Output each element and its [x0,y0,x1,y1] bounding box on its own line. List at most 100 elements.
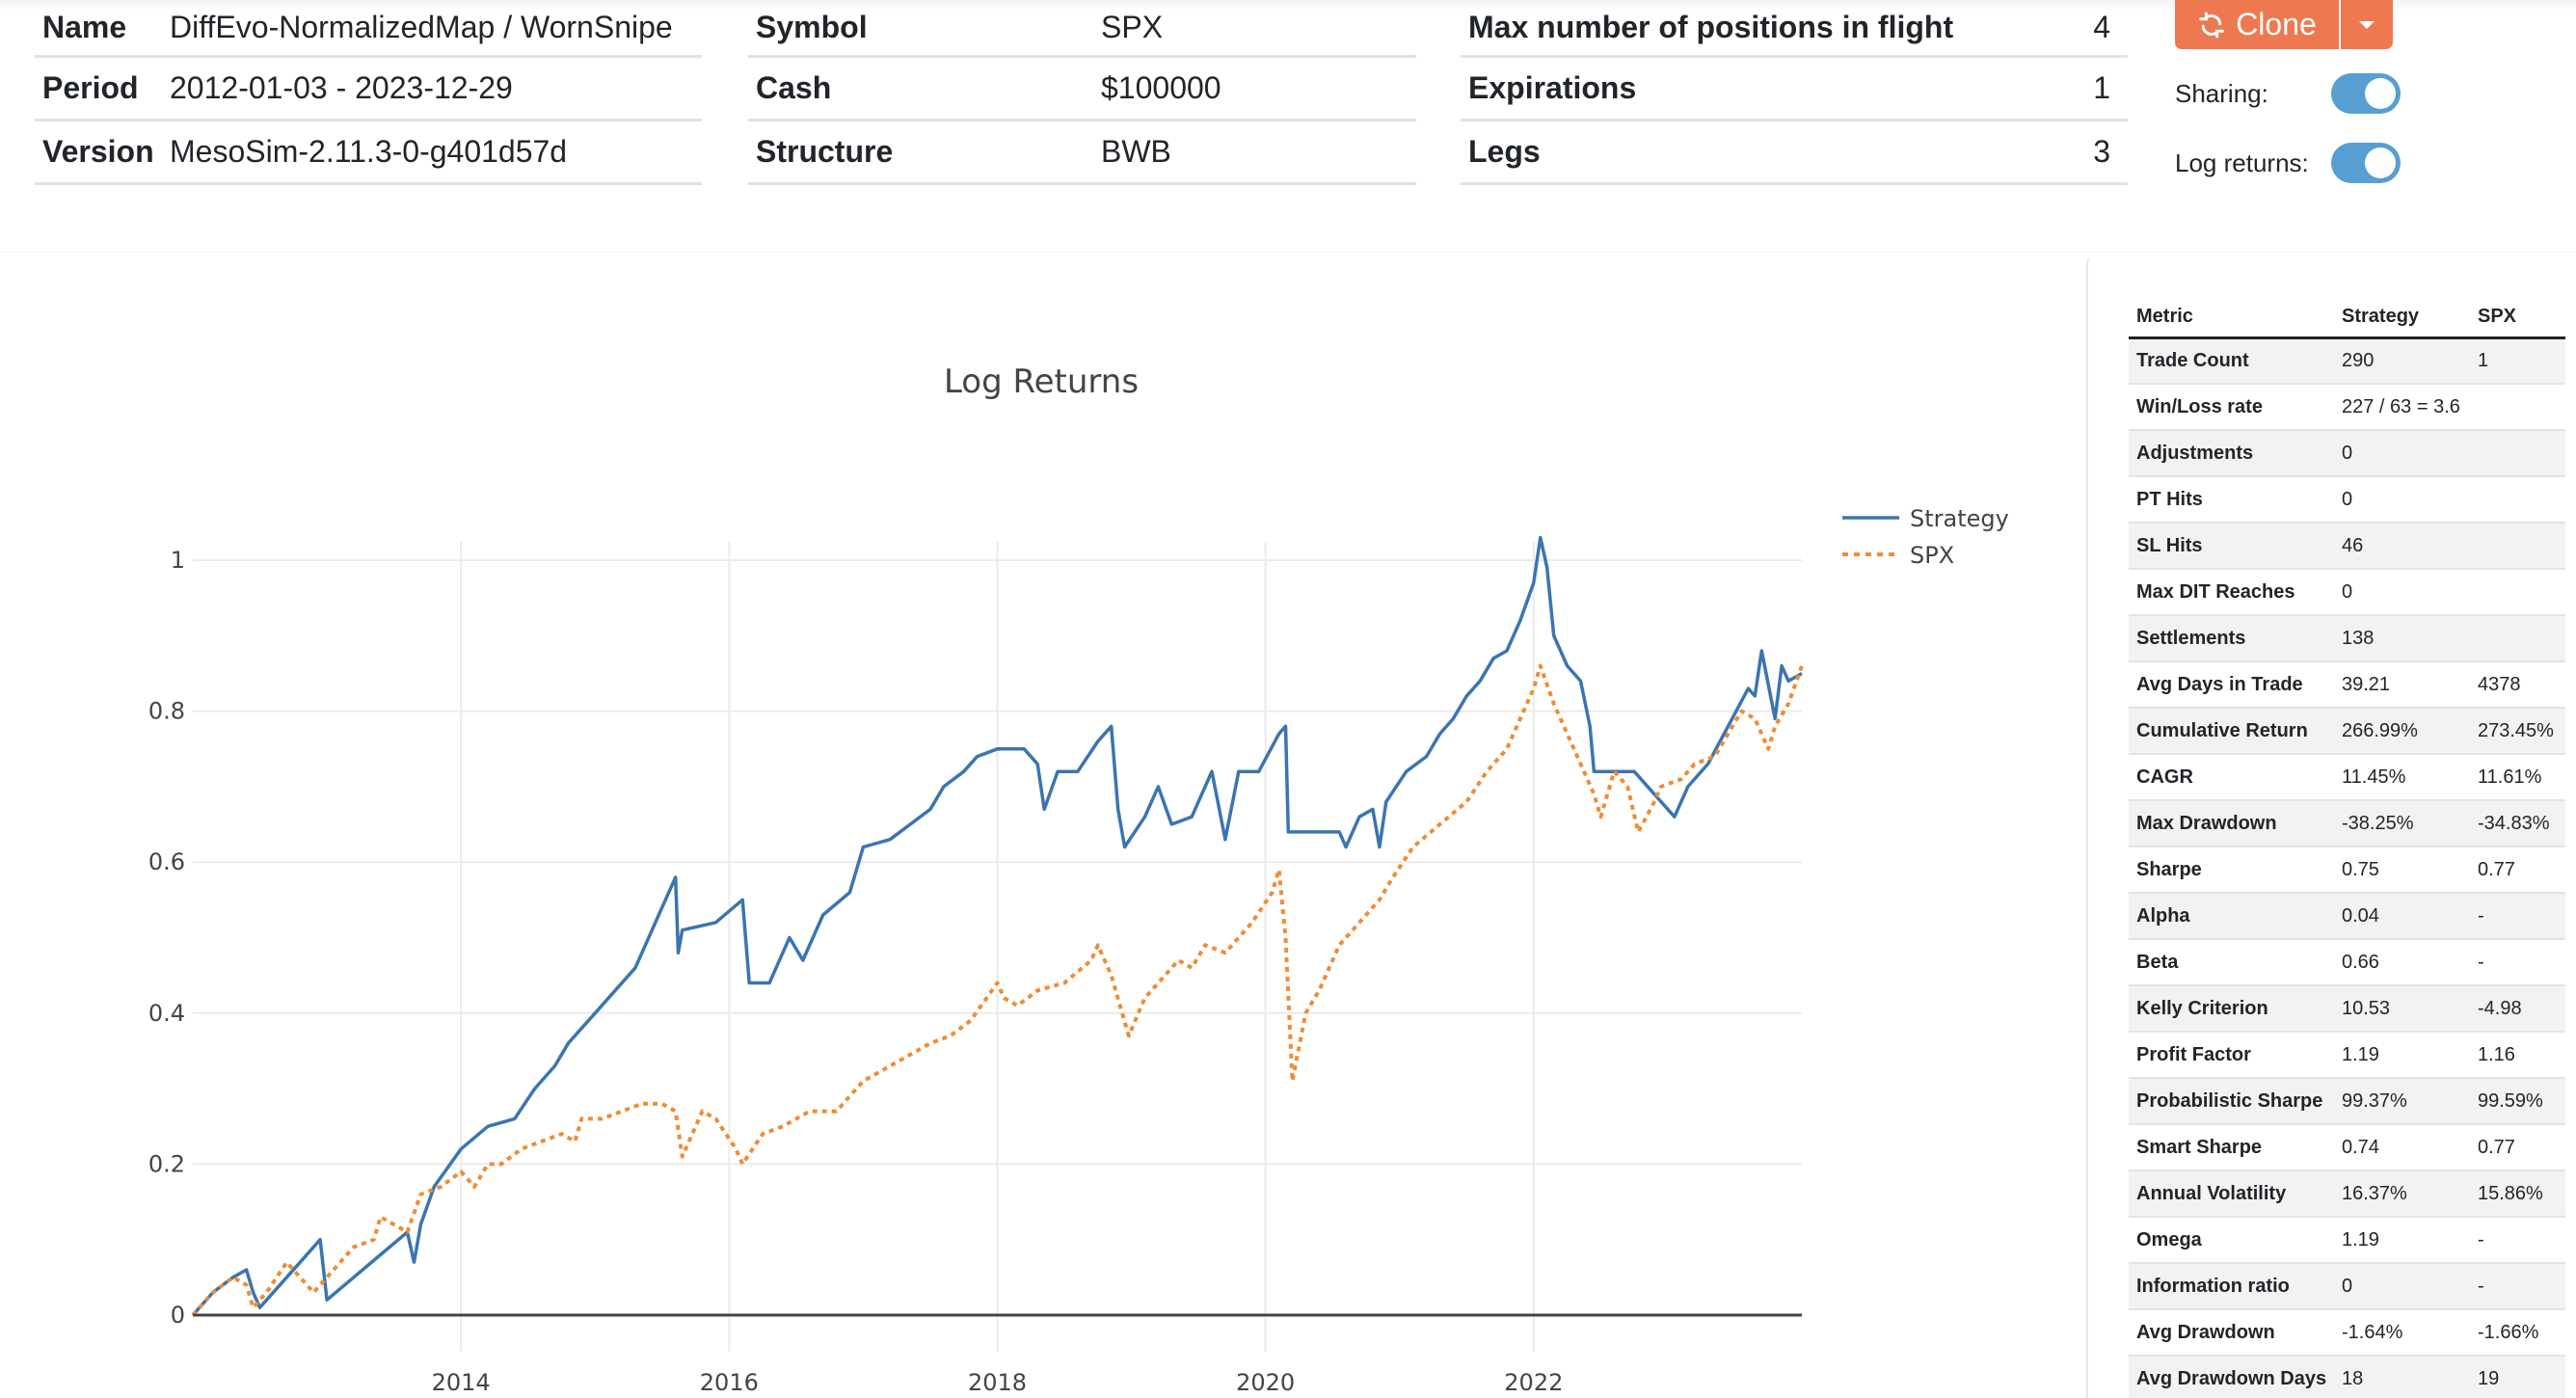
log-returns-label: Log returns: [2175,148,2309,177]
legs-value: 3 [2093,134,2110,169]
summary-row-name: Name DiffEvo-NormalizedMap / WornSnipe [35,0,702,58]
metrics-row: Max DIT Reaches 0 [2129,569,2565,616]
metric-name: Information ratio [2129,1263,2334,1310]
metrics-header-strategy: Strategy [2334,297,2470,339]
chart-legend[interactable]: Strategy SPX [1842,505,2009,569]
legend-item-spx[interactable]: SPX [1842,542,1954,569]
summary-key: Version [42,134,154,169]
metrics-row: SL Hits 46 [2129,523,2565,570]
summary-row-cash: Cash $100000 [748,58,1416,121]
refresh-icon [2199,12,2224,38]
y-tick-label: 0.6 [148,848,185,875]
legend-label: SPX [1910,542,1954,569]
metrics-row: Probabilistic Sharpe 99.37% 99.59% [2129,1078,2565,1125]
metric-strategy-value: 138 [2334,615,2470,662]
backtest-name: DiffEvo-NormalizedMap / WornSnipe [170,10,673,44]
metric-spx-value: 4378 [2470,661,2565,709]
metric-spx-value: -1.66% [2470,1309,2565,1357]
metrics-row: Kelly Criterion 10.53 -4.98 [2129,985,2565,1033]
summary-column-3: Max number of positions in flight 4 Expi… [1461,0,2128,185]
metric-name: SL Hits [2129,523,2334,570]
metrics-header-row: Metric Strategy SPX [2129,297,2565,339]
clone-button-group: Clone [2175,0,2393,49]
max-positions-value: 4 [2093,10,2110,44]
caret-down-icon [2359,20,2375,29]
metric-name: Win/Loss rate [2129,384,2334,431]
structure-value: BWB [1101,134,1171,169]
grid-layer [193,542,1802,1352]
metric-name: Settlements [2129,615,2334,662]
metric-spx-value: - [2470,1217,2565,1264]
metrics-header-metric: Metric [2129,297,2334,339]
metric-spx-value: 273.45% [2470,708,2565,755]
metrics-row: Sharpe 0.75 0.77 [2129,847,2565,894]
clone-button[interactable]: Clone [2175,0,2339,49]
summary-row-structure: Structure BWB [748,121,1416,185]
metric-strategy-value: 99.37% [2334,1078,2470,1125]
sharing-label: Sharing: [2175,78,2268,108]
legend-label: Strategy [1910,505,2009,532]
metric-name: Adjustments [2129,430,2334,477]
metrics-row: Avg Drawdown -1.64% -1.66% [2129,1309,2565,1357]
metrics-row: Settlements 138 [2129,615,2565,662]
metric-name: Alpha [2129,893,2334,940]
y-tick-label: 0.4 [148,1000,185,1027]
metrics-row: Avg Days in Trade 39.21 4378 [2129,661,2565,709]
metrics-row: Annual Volatility 16.37% 15.86% [2129,1170,2565,1218]
metric-strategy-value: 0 [2334,569,2470,616]
summary-row-max-positions: Max number of positions in flight 4 [1461,0,2128,58]
log-returns-toggle-row: Log returns: [2175,143,2401,183]
summary-row-legs: Legs 3 [1461,121,2128,185]
metric-strategy-value: 0.04 [2334,893,2470,940]
metric-strategy-value: 0 [2334,1263,2470,1310]
summary-key: Cash [756,70,832,105]
summary-key: Legs [1468,134,1541,169]
metric-spx-value: - [2470,939,2565,986]
metrics-row: Alpha 0.04- [2129,893,2565,940]
metric-name: Beta [2129,939,2334,986]
metric-strategy-value: 0.66 [2334,939,2470,986]
x-tick-label: 2014 [432,1369,491,1396]
metric-name: Smart Sharpe [2129,1124,2334,1171]
metric-strategy-value: 0.75 [2334,847,2470,894]
metrics-row: Profit Factor 1.19 1.16 [2129,1032,2565,1079]
summary-row-period: Period 2012-01-03 - 2023-12-29 [35,58,702,121]
metric-name: Trade Count [2129,337,2334,385]
metric-strategy-value: -38.25% [2334,800,2470,847]
metrics-row: Max Drawdown -38.25% -34.83% [2129,800,2565,847]
axis-layer: 2014 2016 2018 2020 2022 0 0.2 0.4 0.6 0.8 1 [148,547,1802,1396]
sharing-toggle[interactable] [2331,73,2401,114]
summary-row-expirations: Expirations 1 [1461,58,2128,121]
metrics-panel: Metric Strategy SPX Trade Count 290 1 Win/L… [2086,256,2576,1398]
expirations-value: 1 [2093,70,2110,105]
symbol-value: SPX [1101,10,1164,44]
metric-strategy-value: 39.21 [2334,661,2470,709]
log-returns-toggle[interactable] [2331,143,2401,183]
metric-strategy-value: 227 / 63 = 3.6 [2334,384,2470,431]
summary-column-2: Symbol SPX Cash $100000 Structure BWB [748,0,1416,185]
metric-name: Avg Drawdown [2129,1309,2334,1357]
clone-dropdown-toggle[interactable] [2339,0,2393,49]
backtest-version: MesoSim-2.11.3-0-g401d57d [170,134,568,169]
metric-spx-value [2470,476,2565,524]
metric-spx-value [2470,430,2565,477]
metrics-row: Information ratio 0- [2129,1263,2565,1310]
metrics-table: Metric Strategy SPX Trade Count 290 1 Win/L… [2129,297,2565,1398]
legend-item-strategy[interactable]: Strategy [1842,505,2009,532]
summary-column-1: Name DiffEvo-NormalizedMap / WornSnipe P… [35,0,702,185]
metric-strategy-value: 46 [2334,523,2470,570]
clone-button-label: Clone [2236,7,2317,41]
sharing-toggle-row: Sharing: [2175,73,2401,114]
metric-spx-value: 1.16 [2470,1032,2565,1079]
metric-strategy-value: 11.45% [2334,754,2470,801]
summary-row-symbol: Symbol SPX [748,0,1416,58]
y-tick-label: 0 [171,1302,185,1329]
metrics-row: Win/Loss rate 227 / 63 = 3.6 [2129,384,2565,431]
metrics-row: Cumulative Return 266.99% 273.45% [2129,708,2565,755]
metric-name: CAGR [2129,754,2334,801]
metric-spx-value [2470,615,2565,662]
metric-strategy-value: 0 [2334,476,2470,524]
summary-key: Period [42,70,139,105]
metric-spx-value: - [2470,893,2565,940]
metrics-row: Trade Count 290 1 [2129,337,2565,385]
